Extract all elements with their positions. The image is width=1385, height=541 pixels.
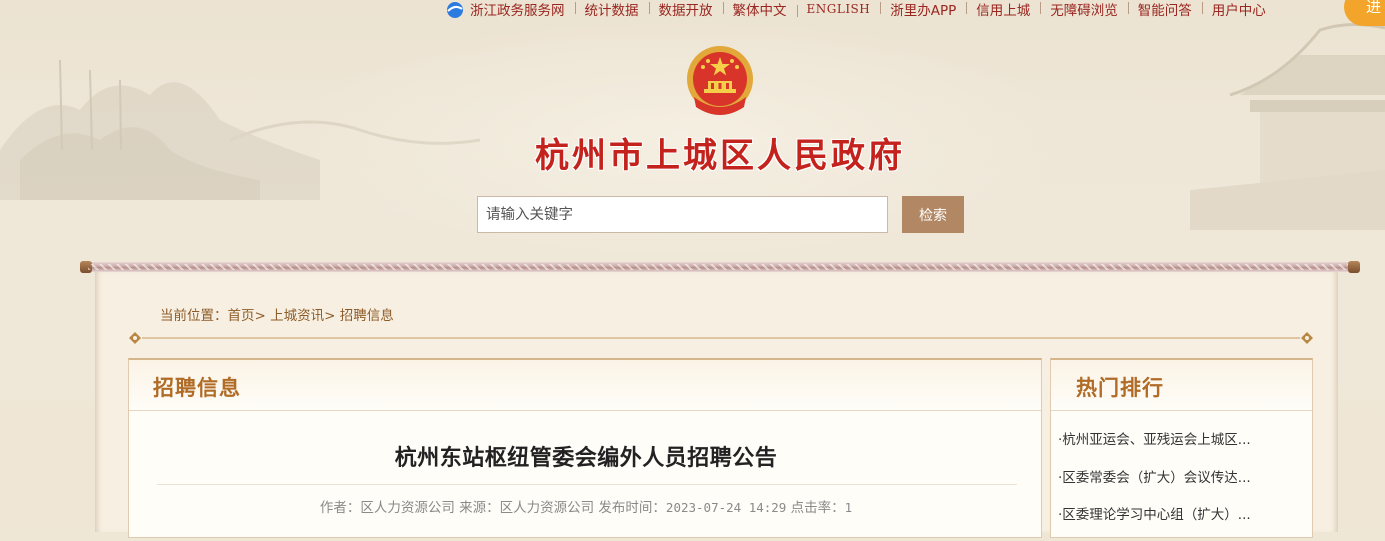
section-title: 招聘信息 — [153, 376, 241, 400]
article-panel: 招聘信息 杭州东站枢纽管委会编外人员招聘公告 作者：区人力资源公司 来源：区人力… — [128, 358, 1042, 538]
national-emblem-icon — [687, 46, 753, 115]
topnav-zlb-app[interactable]: 浙里办APP — [880, 0, 966, 19]
article-meta: 作者：区人力资源公司 来源：区人力资源公司 发布时间：2023-07-24 14… — [129, 496, 1043, 516]
clicks-value: 1 — [844, 500, 853, 515]
ornament-divider — [129, 332, 1313, 344]
list-item[interactable]: ·区委常委会（扩大）会议传达... — [1058, 466, 1251, 504]
author-label: 作者： — [319, 500, 361, 516]
date-label: 发布时间： — [598, 500, 666, 516]
search-input[interactable] — [477, 196, 888, 233]
topnav-traditional-chinese[interactable]: 繁体中文 — [722, 0, 797, 19]
source-value: 区人力资源公司 — [499, 500, 595, 516]
scroll-rod — [80, 261, 1360, 273]
breadcrumb-prefix: 当前位置： — [160, 308, 228, 324]
scroll-rod-pattern — [88, 264, 1352, 270]
topnav-zjzwfw-label: 浙江政务服务网 — [470, 3, 565, 19]
top-nav: 浙江政务服务网 统计数据 数据开放 繁体中文 ENGLISH 浙里办APP 信用… — [434, 0, 1276, 19]
breadcrumb-separator: > — [324, 308, 336, 324]
topnav-credit[interactable]: 信用上城 — [966, 0, 1040, 19]
topnav-stats[interactable]: 统计数据 — [574, 0, 649, 19]
date-value: 2023-07-24 14:29 — [665, 500, 787, 515]
search-button[interactable]: 检索 — [902, 196, 964, 233]
topnav-user-center[interactable]: 用户中心 — [1201, 0, 1276, 19]
author-value: 区人力资源公司 — [360, 500, 455, 516]
breadcrumb-recruitment[interactable]: 招聘信息 — [340, 308, 394, 324]
site-title: 杭州市上城区人民政府 — [535, 136, 905, 176]
breadcrumb-separator: > — [254, 308, 266, 324]
topnav-accessibility[interactable]: 无障碍浏览 — [1040, 0, 1128, 19]
article-panel-header — [129, 360, 1041, 411]
source-label: 来源： — [459, 500, 500, 516]
list-item[interactable]: ·区委理论学习中心组（扩大）... — [1058, 503, 1251, 541]
topnav-open-data[interactable]: 数据开放 — [648, 0, 723, 19]
breadcrumb-home[interactable]: 首页 — [228, 308, 255, 324]
breadcrumb: 当前位置：首页> 上城资讯> 招聘信息 — [160, 304, 394, 324]
topnav-zjzwfw[interactable]: 浙江政务服务网 — [434, 0, 575, 19]
hot-ranking-title: 热门排行 — [1076, 376, 1164, 400]
zhejiang-service-logo-icon — [447, 2, 463, 18]
topnav-smart-qa[interactable]: 智能问答 — [1127, 0, 1202, 19]
hot-ranking-panel: 热门排行 ·杭州亚运会、亚残运会上城区... ·区委常委会（扩大）会议传达...… — [1050, 358, 1313, 538]
topnav-english[interactable]: ENGLISH — [796, 2, 881, 17]
list-item[interactable]: ·杭州亚运会、亚残运会上城区... — [1058, 428, 1251, 466]
hot-ranking-list: ·杭州亚运会、亚残运会上城区... ·区委常委会（扩大）会议传达... ·区委理… — [1058, 428, 1251, 541]
title-divider — [157, 484, 1017, 485]
article-title: 杭州东站枢纽管委会编外人员招聘公告 — [394, 446, 778, 471]
clicks-label: 点击率： — [790, 500, 845, 516]
breadcrumb-news[interactable]: 上城资讯 — [270, 308, 324, 324]
